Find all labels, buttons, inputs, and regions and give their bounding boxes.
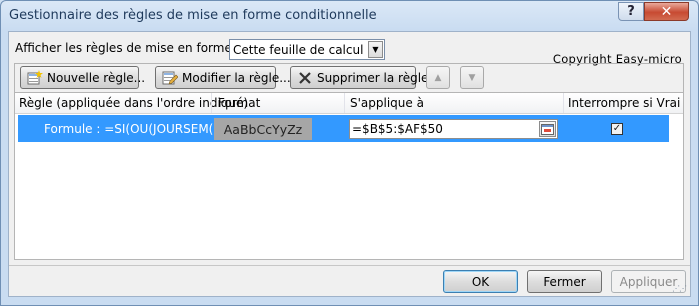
new-rule-button[interactable]: Nouvelle règle... — [20, 66, 145, 89]
edit-rule-button[interactable]: Modifier la règle... — [155, 66, 291, 89]
show-rules-selected: Cette feuille de calcul — [233, 43, 364, 57]
applies-to-value: =$B$5:$AF$50 — [352, 122, 443, 136]
delete-icon — [297, 70, 313, 86]
conditional-formatting-dialog: Gestionnaire des règles de mise en forme… — [0, 0, 699, 306]
column-header-applies-to[interactable]: S'applique à — [350, 96, 424, 110]
move-down-button[interactable]: ▼ — [460, 66, 484, 89]
format-preview: AaBbCcYyZz — [214, 118, 312, 140]
table-row[interactable]: Formule : =SI(OU(JOURSEM(B... AaBbCcYyZz… — [18, 115, 669, 142]
applies-to-input[interactable]: =$B$5:$AF$50 — [349, 119, 558, 139]
move-up-button[interactable]: ▲ — [426, 66, 450, 89]
ok-button[interactable]: OK — [443, 270, 518, 293]
rule-description: Formule : =SI(OU(JOURSEM(B... — [44, 122, 234, 136]
close-window-button[interactable]: ✕ — [644, 2, 689, 21]
new-rule-label: Nouvelle règle... — [47, 70, 146, 85]
column-header-format[interactable]: Format — [218, 96, 260, 110]
edit-rule-icon — [162, 70, 178, 86]
title-bar[interactable]: Gestionnaire des règles de mise en forme… — [1, 1, 698, 31]
help-button[interactable]: ? — [618, 2, 644, 21]
show-rules-dropdown[interactable]: Cette feuille de calcul ▼ — [229, 39, 385, 60]
rules-toolbar: Nouvelle règle... Modifier la règle... S… — [14, 63, 684, 92]
table-header: Règle (appliquée dans l'ordre indiqué) F… — [15, 93, 683, 114]
dialog-body: Afficher les règles de mise en forme pou… — [8, 31, 691, 297]
rules-table: Règle (appliquée dans l'ordre indiqué) F… — [14, 92, 684, 260]
dialog-title: Gestionnaire des règles de mise en forme… — [9, 8, 377, 23]
chevron-down-icon[interactable]: ▼ — [368, 41, 383, 58]
resize-grip-icon[interactable]: ⋰⋰ — [672, 284, 687, 293]
stop-if-true-checkbox[interactable]: ✓ — [611, 123, 623, 135]
column-header-stop-if-true[interactable]: Interrompre si Vrai — [568, 96, 680, 110]
collapse-dialog-icon[interactable] — [539, 121, 556, 137]
column-header-rule[interactable]: Règle (appliquée dans l'ordre indiqué) — [19, 96, 248, 110]
divider — [9, 265, 690, 266]
close-button[interactable]: Fermer — [527, 270, 602, 293]
delete-rule-label: Supprimer la règle — [317, 70, 429, 85]
delete-rule-button[interactable]: Supprimer la règle — [290, 66, 428, 89]
edit-rule-label: Modifier la règle... — [182, 70, 291, 85]
new-rule-icon — [27, 69, 43, 86]
